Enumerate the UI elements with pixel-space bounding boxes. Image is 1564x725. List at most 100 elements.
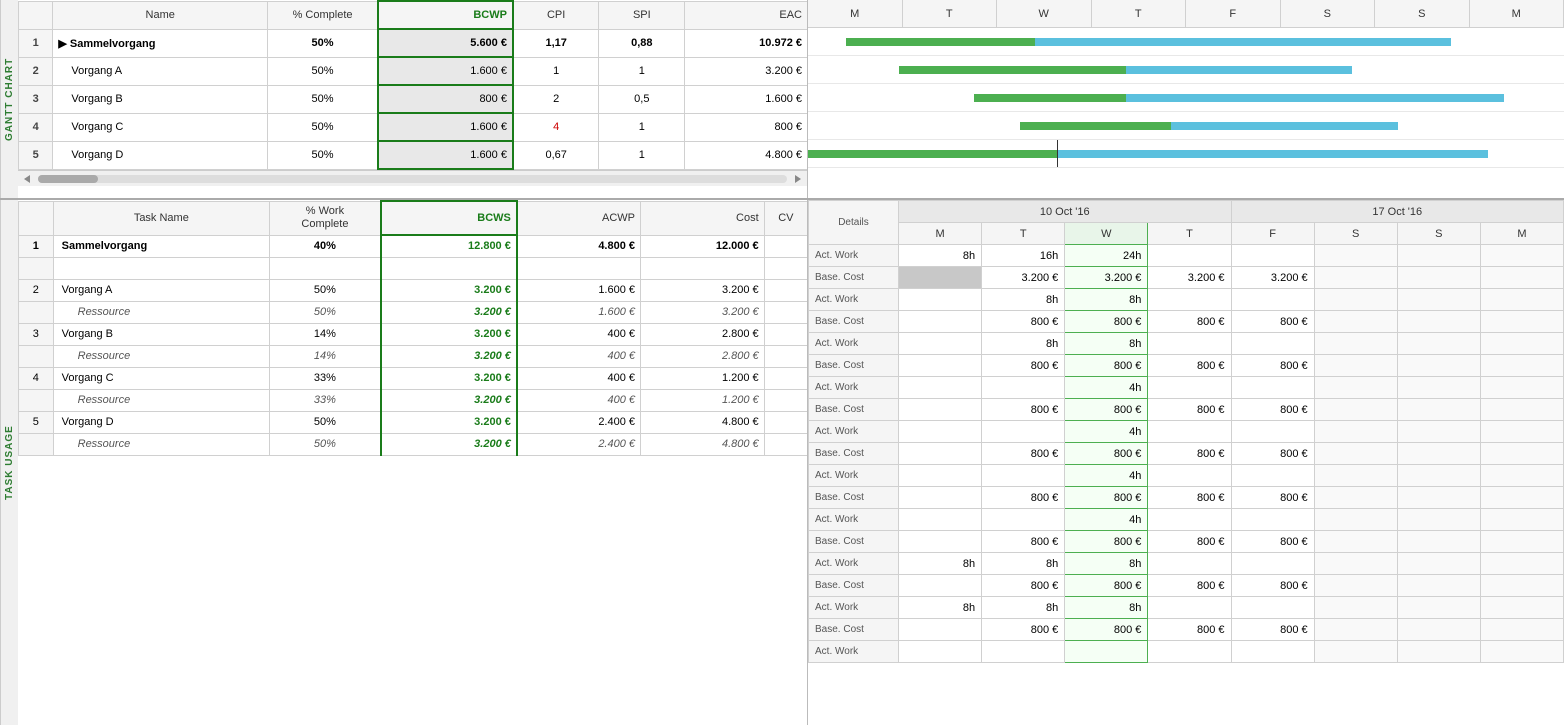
task-chart-cell (1148, 421, 1231, 443)
task-chart-cell (1148, 465, 1231, 487)
task-chart-cell: 800 € (1231, 619, 1314, 641)
task-chart-cell (1480, 487, 1563, 509)
task-chart-cell (1480, 553, 1563, 575)
gantt-row-bcwp: 1.600 € (378, 141, 513, 169)
task-chart-cell (982, 641, 1065, 663)
tu-th-pct: % Work Complete (270, 201, 381, 235)
task-chart-cell (899, 311, 982, 333)
tu-row-num: 2 (19, 279, 54, 301)
scrollbar-track[interactable] (38, 175, 787, 183)
task-chart-cell: 800 € (1231, 531, 1314, 553)
gantt-row-num: 5 (19, 141, 53, 169)
task-chart-cell: 3.200 € (1231, 267, 1314, 289)
tu-row-cv (764, 433, 807, 455)
tu-row-cost: 2.800 € (641, 323, 765, 345)
task-chart-cell (1148, 509, 1231, 531)
task-chart-date-header: Details10 Oct '1617 Oct '16 (809, 201, 1564, 223)
task-chart-cell (1397, 245, 1480, 267)
tu-row-num (19, 433, 54, 455)
task-chart-row-label: Base. Cost (809, 355, 899, 377)
gantt-chart-row (808, 28, 1564, 56)
tu-row-pct: 14% (270, 345, 381, 367)
gantt-scroll-left[interactable] (18, 171, 807, 186)
gantt-th-name: Name (53, 1, 268, 29)
tu-row-cost: 3.200 € (641, 301, 765, 323)
tu-row-num (19, 389, 54, 411)
task-chart-cell: 8h (899, 245, 982, 267)
scroll-right-arrow[interactable] (791, 172, 805, 186)
gantt-row-spi: 0,88 (599, 29, 685, 57)
gantt-row-pct: 50% (268, 113, 378, 141)
tu-row-acwp: 400 € (517, 345, 641, 367)
tu-row-pct: 50% (270, 279, 381, 301)
task-chart-cell: 800 € (1231, 443, 1314, 465)
gantt-th-num (19, 1, 53, 29)
task-chart-cell (1397, 355, 1480, 377)
tu-row-bcws: 3.200 € (381, 411, 517, 433)
app-wrapper: GANTT CHART Name % Complete BCWP CPI SPI… (0, 0, 1564, 725)
gantt-day-header-col: T (903, 0, 998, 27)
task-chart-cell: 800 € (1065, 575, 1148, 597)
task-chart-day-col: T (982, 223, 1065, 245)
task-chart-cell (1480, 267, 1563, 289)
gantt-row-spi: 1 (599, 113, 685, 141)
task-chart-cell: 800 € (1231, 575, 1314, 597)
task-chart-cell (1397, 575, 1480, 597)
gantt-th-bcwp: BCWP (378, 1, 513, 29)
tu-row-num (19, 301, 54, 323)
task-chart-cell: 8h (1065, 553, 1148, 575)
task-chart-cell (1314, 245, 1397, 267)
gantt-row-bcwp: 1.600 € (378, 57, 513, 85)
task-chart-cell: 8h (982, 333, 1065, 355)
task-chart-table: Details10 Oct '1617 Oct '16MTWTFSSMAct. … (808, 200, 1564, 663)
task-chart-cell (1480, 377, 1563, 399)
task-chart-cell: 8h (1065, 333, 1148, 355)
gantt-day-header-col: F (1186, 0, 1281, 27)
gantt-th-pct: % Complete (268, 1, 378, 29)
tu-row-bcws: 3.200 € (381, 301, 517, 323)
task-chart-data-row: Act. Work4h (809, 377, 1564, 399)
scroll-left-arrow[interactable] (20, 172, 34, 186)
tu-row-num (19, 257, 54, 279)
task-chart-cell (1314, 619, 1397, 641)
gantt-scroll-bar[interactable] (18, 170, 807, 186)
scrollbar-thumb[interactable] (38, 175, 98, 183)
task-chart-cell (1314, 311, 1397, 333)
task-chart-cell (1480, 575, 1563, 597)
task-chart-cell: 800 € (1065, 487, 1148, 509)
tu-row-num: 4 (19, 367, 54, 389)
task-chart-cell (1480, 355, 1563, 377)
gantt-row-cpi: 4 (513, 113, 599, 141)
gantt-row-name: Vorgang D (53, 141, 268, 169)
tu-row-pct: 50% (270, 411, 381, 433)
task-usage-row: Ressource50%3.200 €2.400 €4.800 € (19, 433, 808, 455)
gantt-section: GANTT CHART Name % Complete BCWP CPI SPI… (0, 0, 1564, 200)
task-chart-cell (1231, 553, 1314, 575)
tu-row-cv (764, 345, 807, 367)
tu-row-acwp: 4.800 € (517, 235, 641, 257)
task-chart-day-col: S (1314, 223, 1397, 245)
task-chart-cell (1397, 641, 1480, 663)
task-chart-cell (1397, 377, 1480, 399)
task-chart-data-row: Act. Work (809, 641, 1564, 663)
gantt-row-cpi: 1,17 (513, 29, 599, 57)
task-chart-cell (1480, 421, 1563, 443)
task-usage-row: 2Vorgang A50%3.200 €1.600 €3.200 € (19, 279, 808, 301)
task-chart-data-row: Base. Cost800 €800 €800 €800 € (809, 311, 1564, 333)
task-chart-area: Details10 Oct '1617 Oct '16MTWTFSSMAct. … (808, 200, 1564, 725)
tu-row-cost: 1.200 € (641, 389, 765, 411)
task-chart-data-row: Base. Cost800 €800 €800 €800 € (809, 531, 1564, 553)
tu-row-acwp (517, 257, 641, 279)
tu-row-name: Vorgang A (53, 279, 269, 301)
task-chart-day-col: F (1231, 223, 1314, 245)
task-chart-cell: 8h (982, 289, 1065, 311)
task-chart-cell (1480, 641, 1563, 663)
task-chart-date-range: 10 Oct '16 (899, 201, 1232, 223)
task-chart-cell (1231, 289, 1314, 311)
task-chart-cell: 4h (1065, 377, 1148, 399)
task-table-area: Task Name % Work Complete BCWS ACWP Cost… (18, 200, 808, 725)
tu-row-cost: 3.200 € (641, 279, 765, 301)
task-chart-cell (1480, 531, 1563, 553)
tu-row-acwp: 1.600 € (517, 301, 641, 323)
tu-th-acwp: ACWP (517, 201, 641, 235)
